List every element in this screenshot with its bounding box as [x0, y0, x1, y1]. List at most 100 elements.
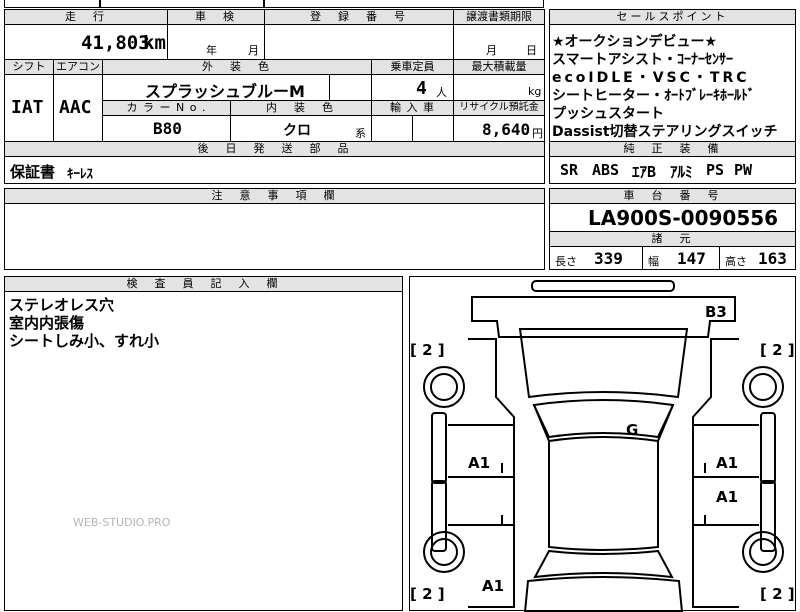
- top-partial-cell-2: [100, 0, 264, 8]
- import-header: 輸 入 車: [371, 100, 454, 116]
- exterior-color-extra-cell: [329, 74, 372, 101]
- transfer-deadline-header: 譲渡書類期限: [453, 9, 545, 25]
- mileage-unit: km: [143, 32, 166, 54]
- equipment-abs: ABS: [592, 161, 620, 179]
- front-bumper: [471, 296, 736, 338]
- capacity-header: 乗車定員: [371, 59, 454, 75]
- mark-b3: B3: [705, 303, 727, 321]
- recycle-header: リサイクル預託金: [453, 100, 545, 116]
- selling-point-2: スマートアシスト・ｺｰﾅｰｾﾝｻｰ: [552, 52, 734, 68]
- delivery-part-1: 保証書: [10, 163, 56, 181]
- top-partial-cell-3: [264, 0, 544, 8]
- notes-header: 注 意 事 項 欄: [4, 188, 545, 204]
- mark-a1-left: A1: [468, 454, 490, 472]
- inspection-month: 月: [248, 44, 259, 57]
- exterior-color-header: 外 装 色: [102, 59, 372, 75]
- import-cell-left: [371, 115, 413, 142]
- spec-width-label: 幅: [648, 255, 659, 268]
- capacity-unit: 人: [436, 86, 447, 99]
- shift-value: IAT: [11, 97, 44, 118]
- transfer-deadline-cell: 月 日: [453, 24, 545, 60]
- import-cell-right: [412, 115, 454, 142]
- mark-tire-bl: [ 2 ]: [410, 585, 445, 603]
- car-diagram-frame: B3 G A1 A1 A1 A1 [ 2 ] [ 2 ] [ 2 ] [ 2 ]: [409, 276, 796, 612]
- hood: [518, 328, 689, 399]
- equipment-airbag: ｴｱB: [632, 163, 657, 181]
- aircon-header: エアコン: [53, 59, 103, 75]
- left-mirror: [431, 412, 447, 484]
- registration-cell: [264, 24, 454, 60]
- spec-height-cell: 高さ 163: [719, 246, 796, 270]
- notes-cell: [4, 203, 545, 270]
- spec-length-value: 339: [594, 249, 623, 268]
- interior-color-header: 内 装 色: [230, 100, 372, 116]
- inspection-header: 車 検: [167, 9, 265, 25]
- inspector-cell: ステレオレス穴 室内内張傷 シートしみ小、すれ小 WEB-STUDIO.PRO: [4, 291, 403, 611]
- selling-points-cell: ★オークションデビュー★ スマートアシスト・ｺｰﾅｰｾﾝｻｰ ecoIDLE・V…: [549, 24, 796, 142]
- mileage-header: 走 行: [4, 9, 168, 25]
- mark-tire-tl: [ 2 ]: [410, 341, 445, 359]
- chassis-no-header: 車 台 番 号: [549, 188, 796, 204]
- chassis-no-value: LA900S-0090556: [588, 206, 779, 230]
- recycle-cell: 8,640 円: [453, 115, 545, 142]
- recycle-value: 8,640: [482, 120, 531, 139]
- capacity-cell: 4 人: [371, 74, 454, 101]
- right-body-outline: [692, 338, 739, 608]
- genuine-equipment-header: 純 正 装 備: [549, 141, 796, 157]
- left-body-outline: [468, 338, 515, 608]
- aircon-cell: AAC: [53, 74, 103, 142]
- spec-width-cell: 幅 147: [642, 246, 720, 270]
- mark-tire-tr: [ 2 ]: [760, 341, 795, 359]
- spec-length-label: 長さ: [555, 255, 577, 268]
- mark-a1-right-top: A1: [716, 454, 738, 472]
- rear-hatch: [523, 576, 684, 612]
- inspector-note-3: シートしみ小、すれ小: [9, 332, 160, 350]
- selling-point-1: ★オークションデビュー★: [552, 34, 718, 50]
- exterior-color-value: スプラッシュブルーM: [145, 82, 305, 101]
- inspection-year: 年: [206, 44, 217, 57]
- right-mirror: [760, 412, 776, 484]
- top-partial-cell-1: [4, 0, 100, 8]
- windshield: [532, 399, 675, 439]
- delivery-parts-cell: 保証書 ｷｰﾚｽ: [4, 156, 545, 184]
- mileage-cell: 41,803 km: [4, 24, 168, 60]
- shift-header: シフト: [4, 59, 54, 75]
- interior-color-value: クロ: [283, 123, 311, 139]
- equipment-ps: PS: [706, 161, 725, 179]
- mark-a1-bottom: A1: [482, 577, 504, 595]
- aircon-value: AAC: [59, 97, 92, 118]
- interior-color-suffix: 系: [355, 127, 366, 140]
- equipment-sr: SR: [560, 161, 579, 179]
- delivery-parts-header: 後 日 発 送 部 品: [4, 141, 545, 157]
- recycle-unit: 円: [532, 127, 543, 140]
- selling-point-3: ecoIDLE・VSC・TRC: [552, 70, 750, 86]
- chassis-no-cell: LA900S-0090556: [549, 203, 796, 232]
- color-no-value: B80: [153, 119, 182, 138]
- color-no-cell: B80: [102, 115, 231, 142]
- selling-point-4: シートヒーター・ｵｰﾄﾌﾞﾚｰｷﾎｰﾙﾄﾞ: [552, 88, 755, 104]
- mileage-value: 41,803: [81, 32, 150, 54]
- max-load-unit: kg: [528, 85, 542, 98]
- delivery-part-2: ｷｰﾚｽ: [67, 167, 93, 182]
- selling-points-header: セールスポイント: [549, 9, 796, 25]
- inspection-cell: 年 月: [167, 24, 265, 60]
- inspector-header: 検 査 員 記 入 欄: [4, 276, 403, 292]
- spec-height-value: 163: [758, 249, 787, 268]
- transfer-day: 日: [526, 44, 537, 57]
- specs-header: 諸 元: [549, 231, 796, 247]
- mark-g: G: [626, 421, 638, 439]
- rear-window: [533, 549, 674, 579]
- equipment-alloy: ｱﾙﾐ: [670, 163, 693, 181]
- front-bumper-bar: [531, 280, 675, 292]
- color-no-header: カ ラ ー N o .: [102, 100, 231, 116]
- selling-point-5: プッシュスタート: [552, 106, 664, 122]
- shift-cell: IAT: [4, 74, 54, 142]
- selling-point-6: Dassist切替ステアリングスイッチ: [552, 124, 778, 140]
- exterior-color-cell: スプラッシュブルーM: [102, 74, 330, 101]
- max-load-header: 最大積載量: [453, 59, 545, 75]
- mark-tire-br: [ 2 ]: [760, 585, 795, 603]
- spec-height-label: 高さ: [725, 255, 747, 268]
- watermark: WEB-STUDIO.PRO: [73, 516, 171, 529]
- equipment-pw: PW: [734, 161, 753, 179]
- capacity-value: 4: [416, 78, 427, 99]
